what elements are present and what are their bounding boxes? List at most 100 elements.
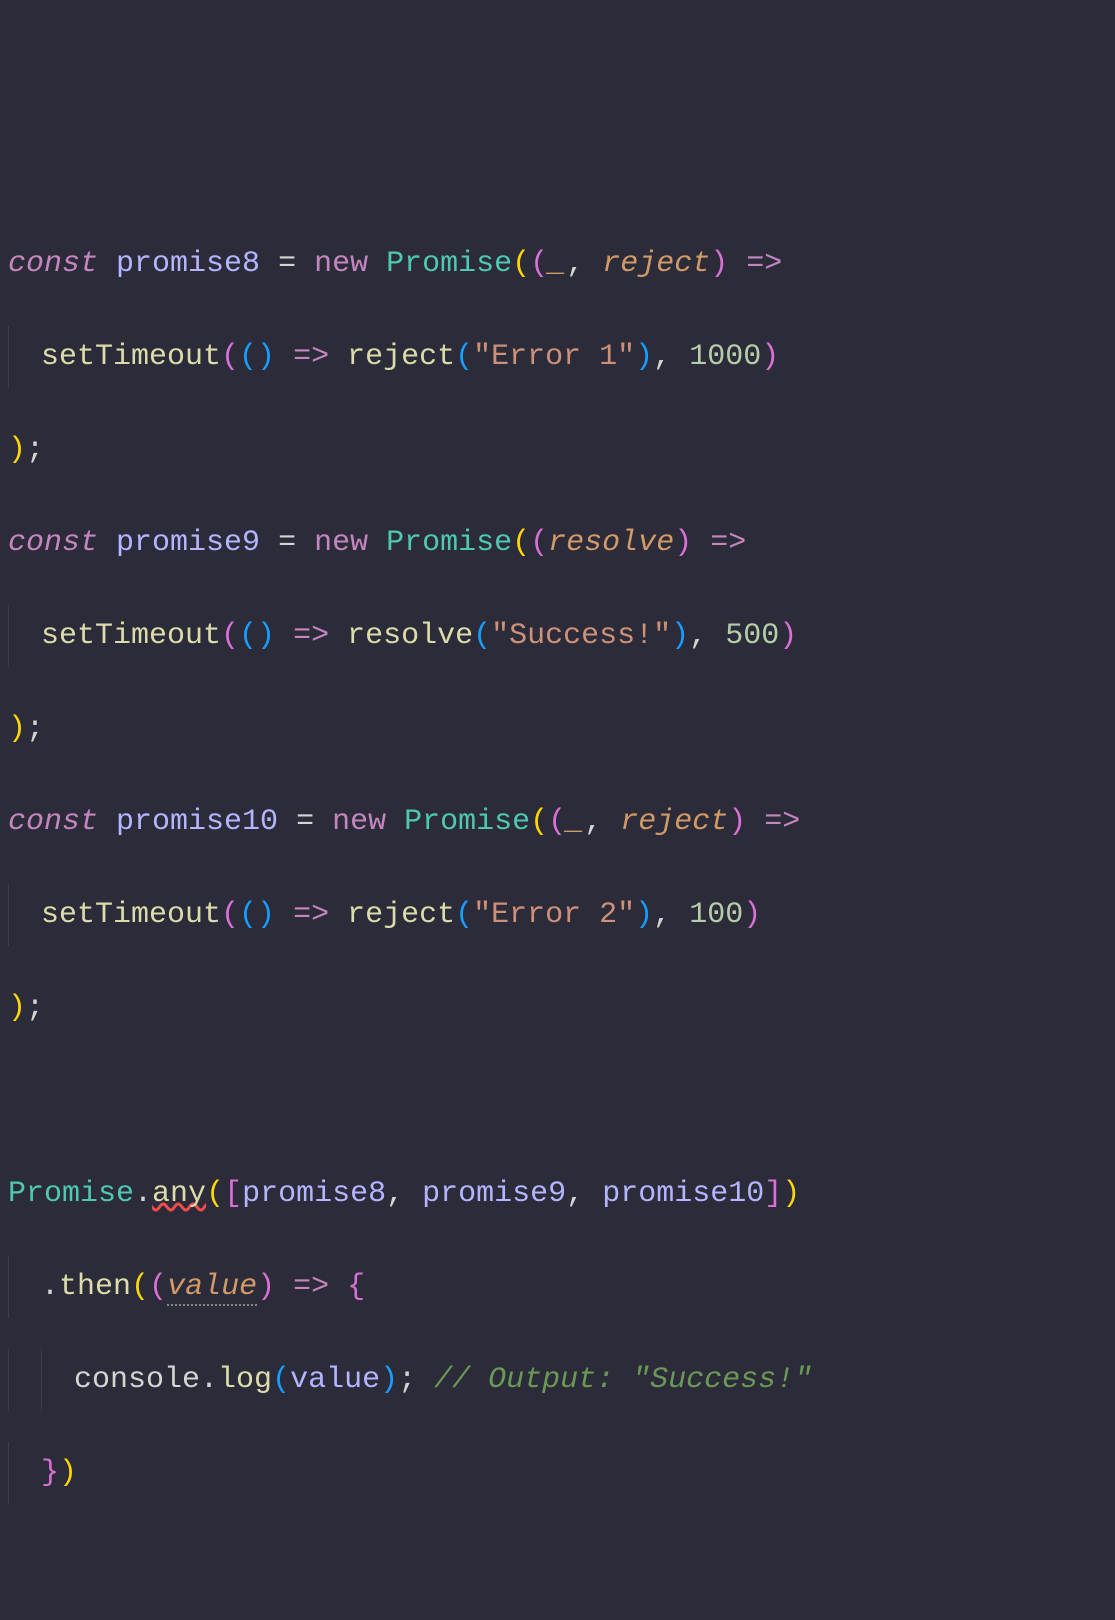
code-line-9[interactable]: ); [8, 985, 1107, 1032]
paren-close: ) [761, 340, 779, 374]
paren-close: ) [59, 1456, 77, 1490]
arrow: => [275, 619, 347, 653]
fn-settimeout: setTimeout [41, 898, 221, 932]
paren-close-2: ) [257, 1270, 275, 1304]
var-value: value [290, 1363, 380, 1397]
indent [8, 1450, 41, 1497]
string-success: "Success!" [491, 619, 671, 653]
fn-resolve: resolve [347, 619, 473, 653]
paren-open: ( [512, 247, 530, 281]
indent [8, 334, 41, 381]
paren-close-3: ) [671, 619, 689, 653]
code-line-14[interactable]: }) [8, 1450, 1107, 1497]
paren-close: ) [8, 991, 26, 1025]
code-line-5[interactable]: setTimeout(() => resolve("Success!"), 50… [8, 613, 1107, 660]
paren-open-3: ( [473, 619, 491, 653]
class-promise: Promise [386, 526, 512, 560]
code-line-12[interactable]: .then((value) => { [8, 1264, 1107, 1311]
paren-open: ( [512, 526, 530, 560]
paren-close: ) [743, 898, 761, 932]
code-line-11[interactable]: Promise.any([promise8, promise9, promise… [8, 1171, 1107, 1218]
semicolon: ; [26, 712, 44, 746]
paren-close: ) [8, 712, 26, 746]
keyword-const: const [8, 526, 98, 560]
class-promise: Promise [386, 247, 512, 281]
number-100: 100 [689, 898, 743, 932]
comment-output: // Output: "Success!" [416, 1363, 812, 1397]
brace-open: { [347, 1270, 365, 1304]
paren-open-3: () [239, 619, 275, 653]
var-promise9: promise9 [422, 1177, 566, 1211]
brace-close: } [41, 1456, 59, 1490]
indent [8, 1357, 41, 1404]
arrow: => [275, 340, 347, 374]
paren-open-3: () [239, 898, 275, 932]
indent [41, 1357, 74, 1404]
bracket-open: [ [224, 1177, 242, 1211]
code-line-3[interactable]: ); [8, 427, 1107, 474]
paren-close-3: ) [635, 898, 653, 932]
paren-open-2: ( [530, 526, 548, 560]
number-500: 500 [725, 619, 779, 653]
comma: , [566, 1177, 602, 1211]
arrow: => [692, 526, 746, 560]
code-line-6[interactable]: ); [8, 706, 1107, 753]
fn-reject: reject [347, 340, 455, 374]
string-error2: "Error 2" [473, 898, 635, 932]
code-line-8[interactable]: setTimeout(() => reject("Error 2"), 100) [8, 892, 1107, 939]
dot: . [41, 1270, 59, 1304]
var-promise8: promise8 [242, 1177, 386, 1211]
comma: , [653, 898, 689, 932]
var-promise8: promise8 [116, 247, 260, 281]
code-line-10[interactable] [8, 1078, 1107, 1125]
fn-reject: reject [347, 898, 455, 932]
operator-eq: = [260, 247, 314, 281]
arrow: => [275, 898, 347, 932]
fn-settimeout: setTimeout [41, 619, 221, 653]
paren-open-3: ( [455, 898, 473, 932]
comma: , [566, 247, 602, 281]
code-line-4[interactable]: const promise9 = new Promise((resolve) =… [8, 520, 1107, 567]
paren-close: ) [779, 619, 797, 653]
operator-eq: = [260, 526, 314, 560]
paren-close: ) [8, 433, 26, 467]
number-1000: 1000 [689, 340, 761, 374]
keyword-new: new [314, 247, 368, 281]
paren-open-3: ( [455, 340, 473, 374]
semicolon: ; [398, 1363, 416, 1397]
comma: , [689, 619, 725, 653]
paren-open: ( [131, 1270, 149, 1304]
paren-close: ) [782, 1177, 800, 1211]
paren-close-2: ) [710, 247, 728, 281]
class-promise: Promise [8, 1177, 134, 1211]
comma: , [653, 340, 689, 374]
paren-close-2: ) [674, 526, 692, 560]
indent [8, 613, 41, 660]
semicolon: ; [26, 991, 44, 1025]
keyword-new: new [314, 526, 368, 560]
bracket-close: ] [764, 1177, 782, 1211]
paren-open: ( [221, 898, 239, 932]
paren-open: ( [272, 1363, 290, 1397]
param-resolve: resolve [548, 526, 674, 560]
dot: . [134, 1177, 152, 1211]
indent [8, 1264, 41, 1311]
paren-open: ( [221, 619, 239, 653]
string-error1: "Error 1" [473, 340, 635, 374]
var-promise10: promise10 [602, 1177, 764, 1211]
paren-close-3: ) [635, 340, 653, 374]
paren-open-2: ( [149, 1270, 167, 1304]
obj-console: console [74, 1363, 200, 1397]
code-line-13[interactable]: console.log(value); // Output: "Success!… [8, 1357, 1107, 1404]
method-any: any [152, 1177, 206, 1211]
code-line-2[interactable]: setTimeout(() => reject("Error 1"), 1000… [8, 334, 1107, 381]
code-editor[interactable]: const promise8 = new Promise((_, reject)… [8, 194, 1107, 1543]
dot: . [200, 1363, 218, 1397]
paren-open-2: ( [530, 247, 548, 281]
code-line-7[interactable]: const promise10 = new Promise((_, reject… [8, 799, 1107, 846]
semicolon: ; [26, 433, 44, 467]
param-value: value [167, 1270, 257, 1306]
paren-open: ( [206, 1177, 224, 1211]
param-reject: reject [602, 247, 710, 281]
code-line-1[interactable]: const promise8 = new Promise((_, reject)… [8, 241, 1107, 288]
